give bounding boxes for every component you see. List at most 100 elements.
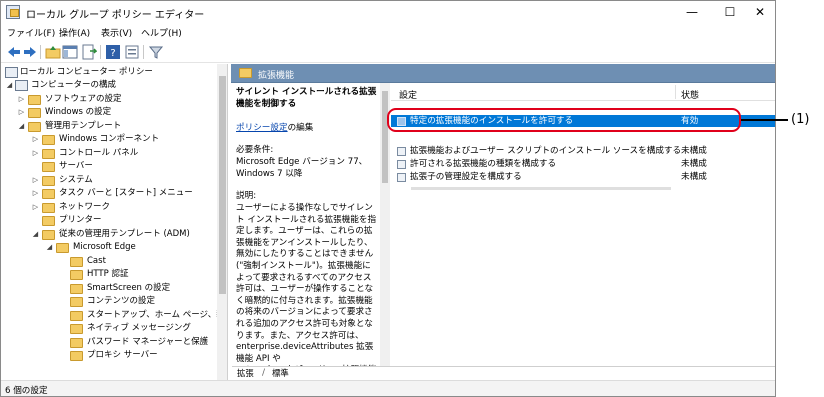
expanded-chevron-icon[interactable]: ◢ [17,120,26,133]
folder-icon [42,176,55,186]
help-icon[interactable]: ? [105,44,121,60]
menu-view[interactable]: 表示(V) [101,26,132,39]
collapsed-chevron-icon[interactable]: ▷ [31,187,40,200]
collapsed-chevron-icon[interactable]: ▷ [31,147,40,160]
folder-icon [70,284,83,294]
tree-item-label: 従来の管理用テンプレート (ADM) [59,229,190,239]
column-divider[interactable] [675,85,676,99]
status-text: 6 個の設定 [5,386,48,396]
tab-separator: / [262,368,266,378]
window-title: ローカル グループ ポリシー エディター [26,10,205,21]
collapsed-chevron-icon[interactable]: ▷ [31,201,40,214]
column-state[interactable]: 状態 [681,88,699,101]
folder-icon [70,297,83,307]
policy-setting-icon [397,147,406,156]
description-title: サイレント インストールされる拡張機能を制御する [236,87,377,109]
expanded-chevron-icon[interactable]: ◢ [5,79,14,92]
view-tabs: 拡張 / 標準 [232,366,775,380]
tree-item-label: Windows コンポーネント [59,134,160,144]
tree-item-label: ソフトウェアの設定 [45,94,122,104]
folder-icon [42,162,55,172]
folder-icon [42,189,55,199]
row-state: 未構成 [681,172,707,182]
tree-item-label: スタートアップ、ホーム ページ、新しい [87,310,228,320]
folder-icon [42,135,55,145]
filter-icon[interactable] [148,44,164,60]
folder-icon [70,351,83,361]
menu-action[interactable]: 操作(A) [59,26,90,39]
toolbar-separator [143,45,144,59]
folder-icon [28,95,41,105]
export-list-icon[interactable] [81,44,97,60]
expanded-chevron-icon[interactable]: ◢ [31,228,40,241]
folder-icon [70,311,83,321]
folder-icon [56,243,69,253]
tree-item-label: Cast [87,256,106,266]
edit-suffix: の編集 [287,123,314,133]
folder-icon [28,122,41,132]
tree-scrollbar[interactable] [217,64,227,380]
policy-setting-icon [397,160,406,169]
tree-item-label: HTTP 認証 [87,269,129,279]
explanation-label: 説明: [236,191,257,201]
description-scrollbar-thumb[interactable] [382,91,388,183]
tree-item-label: コンピューターの構成 [31,80,117,90]
navigation-tree: ローカル コンピューター ポリシー ◢ コンピューターの構成 ▷ ソフトウェアの… [2,64,228,380]
folder-up-icon[interactable] [45,44,61,60]
toolbar-separator [40,45,41,59]
folder-icon [70,324,83,334]
tree-scrollbar-thumb[interactable] [219,76,226,294]
annotation-label: (1) [791,112,810,127]
close-button[interactable]: ✕ [745,3,775,21]
tab-extended[interactable]: 拡張 [237,368,254,379]
svg-text:?: ? [110,48,115,59]
collapsed-chevron-icon[interactable]: ▷ [31,174,40,187]
folder-icon [42,149,55,159]
tree-item-label: Windows の設定 [45,107,112,117]
expanded-chevron-icon[interactable]: ◢ [45,241,54,254]
menu-file[interactable]: ファイル(F) [7,26,55,39]
row-name: 拡張機能およびユーザー スクリプトのインストール ソースを構成する [410,146,682,156]
collapsed-chevron-icon[interactable]: ▷ [17,93,26,106]
list-row-extension-management[interactable]: 拡張子の管理設定を構成する 未構成 [391,171,775,183]
maximize-button[interactable]: ☐ [715,3,745,21]
forward-arrow-icon[interactable] [22,44,38,60]
folder-icon [70,338,83,348]
list-row-allowed-types[interactable]: 許可される拡張機能の種類を構成する 未構成 [391,158,775,170]
tab-standard[interactable]: 標準 [272,368,289,379]
computer-icon [15,80,28,91]
column-setting[interactable]: 設定 [399,88,417,101]
tree-item-label: ネイティブ メッセージング [87,323,191,333]
toolbar: ? [1,41,775,63]
tree-item-label: Microsoft Edge [73,242,136,252]
properties-icon[interactable] [124,44,140,60]
back-arrow-icon[interactable] [6,44,22,60]
minimize-button[interactable]: — [677,3,707,21]
collapsed-chevron-icon[interactable]: ▷ [31,133,40,146]
tree-item-label: システム [59,175,93,185]
annotation-leader-line [741,119,788,121]
tree-item-label: プロキシ サーバー [87,350,158,360]
collapsed-chevron-icon[interactable]: ▷ [17,106,26,119]
list-row-install-sources[interactable]: 拡張機能およびユーザー スクリプトのインストール ソースを構成する 未構成 [391,145,775,157]
explanation-text: ユーザーによる操作なしでサイレント インストールされる拡張機能を指定します。ユー… [236,203,377,366]
list-column-header: 設定 状態 [391,83,775,101]
toolbar-separator [100,45,101,59]
row-name: 拡張子の管理設定を構成する [410,172,522,182]
show-hide-tree-icon[interactable] [62,44,78,60]
tree-item-label: パスワード マネージャーと保護 [87,337,209,347]
policy-setting-icon [397,173,406,182]
folder-icon [70,270,83,280]
row-name: 許可される拡張機能の種類を構成する [410,159,557,169]
title-bar: ローカル グループ ポリシー エディター — ☐ ✕ [1,1,775,23]
computer-icon [5,67,18,78]
tree-item-label: 管理用テンプレート [45,121,122,131]
folder-icon [42,230,55,240]
edit-policy-link[interactable]: ポリシー設定 [236,123,288,133]
row-state: 未構成 [681,159,707,169]
drag-ghost [411,187,671,190]
gpedit-window: ローカル グループ ポリシー エディター — ☐ ✕ ファイル(F) 操作(A)… [0,0,776,397]
tree-item-label: プリンター [59,215,102,225]
tree-item-label: コンテンツの設定 [87,296,156,306]
menu-help[interactable]: ヘルプ(H) [141,26,182,39]
